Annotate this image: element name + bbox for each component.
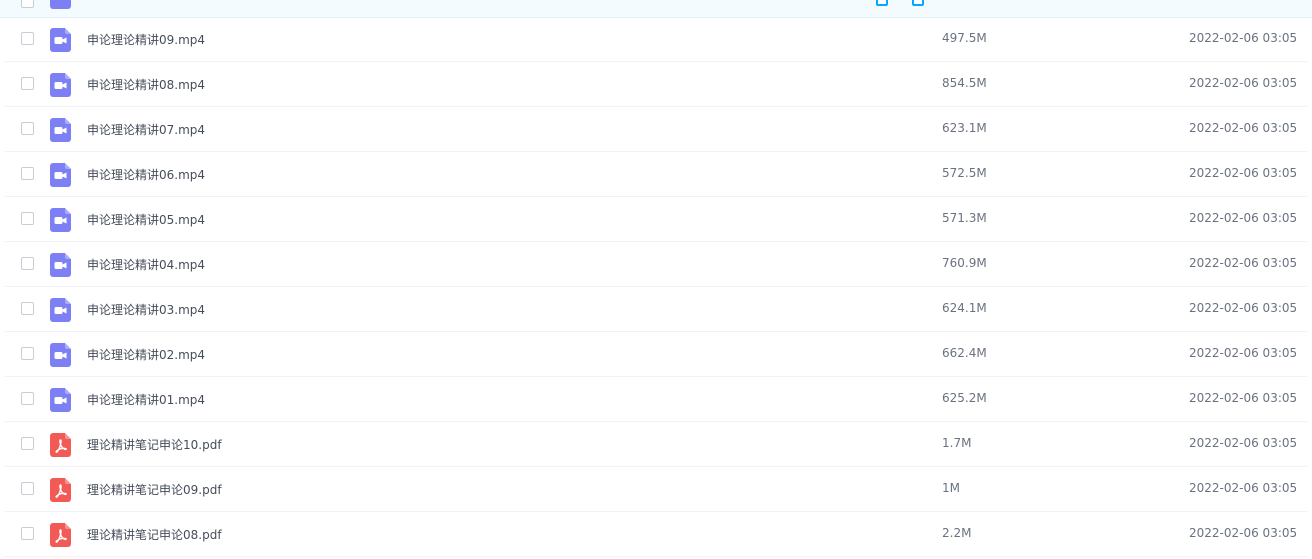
file-size: 760.9M [942,256,987,270]
share-icon[interactable] [912,0,924,6]
file-size: 497.5M [942,31,987,45]
file-row[interactable]: 申论理论精讲04.mp4 760.9M 2022-02-06 03:05 [5,242,1307,287]
file-date: 2022-02-06 03:05 [1189,256,1298,270]
file-checkbox[interactable] [21,32,34,45]
file-name[interactable]: 申论理论精讲01.mp4 [87,391,205,408]
file-date: 2022-02-06 03:05 [1189,346,1298,360]
file-list: 申论理论精讲09.mp4 497.5M 2022-02-06 03:05 申论理… [0,17,1312,557]
file-size: 623.1M [942,121,987,135]
video-file-icon [50,208,71,232]
file-checkbox[interactable] [21,122,34,135]
file-row[interactable]: 申论理论精讲05.mp4 571.3M 2022-02-06 03:05 [5,197,1307,242]
file-name[interactable]: 理论精讲笔记申论08.pdf [87,526,222,543]
file-size: 571.3M [942,211,987,225]
file-row[interactable]: 申论理论精讲07.mp4 623.1M 2022-02-06 03:05 [5,107,1307,152]
file-name[interactable]: 理论精讲笔记申论09.pdf [87,481,222,498]
file-row[interactable]: 申论理论精讲09.mp4 497.5M 2022-02-06 03:05 [5,17,1307,62]
file-name[interactable]: 申论理论精讲03.mp4 [87,301,205,318]
file-checkbox[interactable] [21,302,34,315]
file-checkbox[interactable] [21,527,34,540]
file-date: 2022-02-06 03:05 [1189,526,1298,540]
file-size: 854.5M [942,76,987,90]
file-date: 2022-02-06 03:05 [1189,31,1298,45]
file-date: 2022-02-06 03:05 [1189,121,1298,135]
file-name[interactable]: 申论理论精讲09.mp4 [87,31,205,48]
video-file-icon [50,298,71,322]
file-name[interactable]: 申论理论精讲08.mp4 [87,76,205,93]
file-size: 572.5M [942,166,987,180]
file-date: 2022-02-06 03:05 [1189,301,1298,315]
file-date: 2022-02-06 03:05 [1189,391,1298,405]
file-list-page: 申论理论精讲09.mp4 497.5M 2022-02-06 03:05 申论理… [0,0,1312,559]
file-name[interactable]: 申论理论精讲05.mp4 [87,211,205,228]
file-checkbox[interactable] [21,482,34,495]
file-date: 2022-02-06 03:05 [1189,76,1298,90]
pdf-file-icon [50,433,71,457]
file-row[interactable]: 申论理论精讲06.mp4 572.5M 2022-02-06 03:05 [5,152,1307,197]
file-row[interactable]: 申论理论精讲02.mp4 662.4M 2022-02-06 03:05 [5,332,1307,377]
file-size: 1M [942,481,960,495]
file-row[interactable]: 申论理论精讲01.mp4 625.2M 2022-02-06 03:05 [5,377,1307,422]
video-file-icon [50,0,71,9]
video-file-icon [50,163,71,187]
pdf-file-icon [50,478,71,502]
file-row[interactable]: 理论精讲笔记申论08.pdf 2.2M 2022-02-06 03:05 [5,512,1307,557]
file-date: 2022-02-06 03:05 [1189,436,1298,450]
file-name[interactable]: 申论理论精讲04.mp4 [87,256,205,273]
file-size: 662.4M [942,346,987,360]
list-header-row [0,0,1312,18]
download-icon[interactable] [876,0,888,6]
file-checkbox[interactable] [21,437,34,450]
file-size: 624.1M [942,301,987,315]
video-file-icon [50,253,71,277]
file-row[interactable]: 申论理论精讲03.mp4 624.1M 2022-02-06 03:05 [5,287,1307,332]
video-file-icon [50,118,71,142]
file-size: 1.7M [942,436,972,450]
file-checkbox[interactable] [21,212,34,225]
file-checkbox[interactable] [21,257,34,270]
file-row[interactable]: 申论理论精讲08.mp4 854.5M 2022-02-06 03:05 [5,62,1307,107]
file-name[interactable]: 申论理论精讲02.mp4 [87,346,205,363]
file-checkbox[interactable] [21,167,34,180]
file-date: 2022-02-06 03:05 [1189,481,1298,495]
file-date: 2022-02-06 03:05 [1189,211,1298,225]
file-row[interactable]: 理论精讲笔记申论09.pdf 1M 2022-02-06 03:05 [5,467,1307,512]
file-checkbox[interactable] [21,392,34,405]
video-file-icon [50,343,71,367]
file-size: 2.2M [942,526,972,540]
file-row[interactable]: 理论精讲笔记申论10.pdf 1.7M 2022-02-06 03:05 [5,422,1307,467]
video-file-icon [50,28,71,52]
video-file-icon [50,73,71,97]
file-checkbox[interactable] [21,77,34,90]
video-file-icon [50,388,71,412]
file-date: 2022-02-06 03:05 [1189,166,1298,180]
file-name[interactable]: 理论精讲笔记申论10.pdf [87,436,222,453]
file-name[interactable]: 申论理论精讲06.mp4 [87,166,205,183]
file-size: 625.2M [942,391,987,405]
file-checkbox[interactable] [21,347,34,360]
select-all-checkbox[interactable] [21,0,34,8]
file-name[interactable]: 申论理论精讲07.mp4 [87,121,205,138]
pdf-file-icon [50,523,71,547]
